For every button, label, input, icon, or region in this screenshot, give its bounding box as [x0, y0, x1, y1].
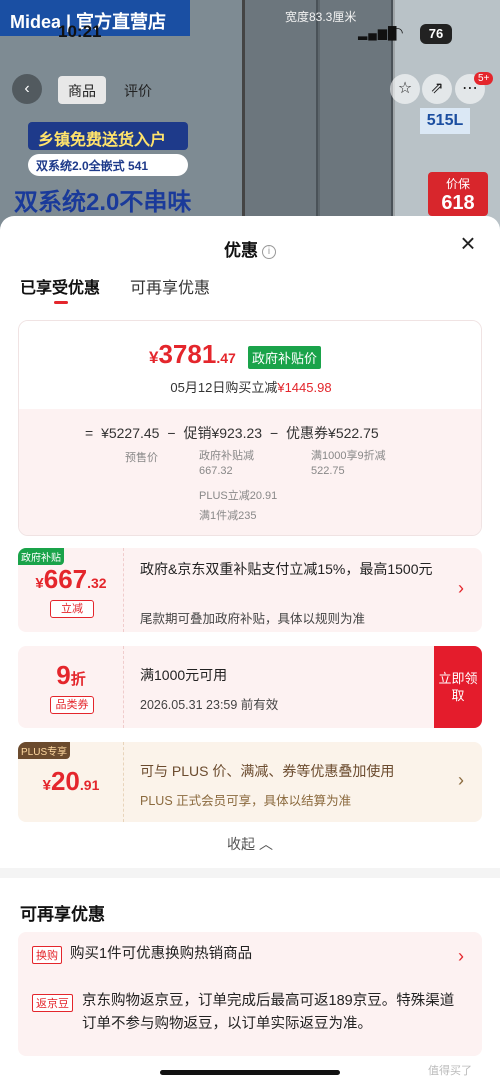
- price-summary-card: ¥3781.47 政府补贴价 05月12日购买立减¥1445.98 = ¥522…: [18, 320, 482, 536]
- coupon-detail: 满1000享9折减 522.75: [311, 450, 386, 477]
- coupon-discount-value: 9折: [18, 660, 124, 691]
- capacity-label: 515L: [420, 108, 470, 134]
- plus-coupon[interactable]: ¥20.91 PLUS专享 可与 PLUS 价、满减、券等优惠叠加使用 PLUS…: [18, 742, 482, 822]
- formula-minus-2: −: [269, 425, 279, 441]
- cart-badge: 5+: [474, 72, 494, 85]
- watermark: 值得买了: [428, 1065, 472, 1077]
- promo-model: 双系统2.0全嵌式 541: [28, 154, 188, 176]
- summary-breakdown: = ¥5227.45 − 促销¥923.23 − 优惠券¥522.75 预售价 …: [19, 409, 481, 535]
- gov-subsidy-coupon[interactable]: ¥667.32 立减 政府补贴 政府&京东双重补贴支付立减15%，最高1500元…: [18, 548, 482, 632]
- gov-subsidy-corner-tag: 政府补贴: [18, 548, 64, 565]
- chevron-right-icon[interactable]: ›: [458, 946, 464, 967]
- tab-reviews[interactable]: 评价: [120, 76, 156, 104]
- presale-label: 预售价: [125, 452, 158, 464]
- tab-product[interactable]: 商品: [58, 76, 106, 104]
- jingdou-tag: 返京豆: [32, 994, 73, 1012]
- coupon-value-dec: .91: [79, 777, 100, 793]
- wifi-icon: ◠: [392, 24, 403, 40]
- tab-more-available[interactable]: 可再享优惠: [130, 274, 210, 304]
- favorite-icon[interactable]: ☆: [390, 74, 420, 104]
- more-discounts-title: 可再享优惠: [20, 905, 105, 924]
- product-nav: ‹ 商品 评价 ☆ ⇗ ⋯ 5+: [0, 72, 500, 106]
- coupon-description: 满1000元可用: [140, 667, 228, 683]
- discount-tabs: 已享受优惠 可再享优惠: [20, 274, 210, 304]
- promo-headline: 双系统2.0不串味: [14, 189, 192, 216]
- back-icon[interactable]: ‹: [12, 74, 42, 104]
- promo-detail-gov: 政府补贴减 667.32: [199, 450, 254, 477]
- battery-icon: 76: [420, 24, 452, 44]
- coupon-subtext: 尾款期可叠加政府补贴，具体以规则为准: [140, 612, 366, 626]
- coupon-value-area: 9折 品类券: [18, 646, 124, 728]
- coupon-currency: ¥: [42, 777, 51, 794]
- coupon-value: ¥667.32: [18, 564, 124, 595]
- formula-coupon: 优惠券¥522.75: [286, 425, 379, 441]
- home-indicator[interactable]: [160, 1070, 340, 1075]
- status-time: 10:21: [58, 22, 102, 41]
- category-coupon: 9折 品类券 满1000元可用 2026.05.31 23:59 前有效 立即领…: [18, 646, 482, 728]
- coupon-value: ¥20.91: [18, 766, 124, 797]
- date-discount-amount: ¥1445.98: [277, 380, 332, 395]
- more-discounts-card: 换购 购买1件可优惠换购热销商品 › 返京豆 京东购物返京豆，订单完成后最高可返…: [18, 932, 482, 1056]
- gov-subsidy-tag: 政府补贴价: [248, 346, 322, 369]
- collapse-label: 收起: [227, 836, 256, 852]
- promo-detail-plus: PLUS立减20.91: [199, 490, 278, 502]
- chevron-right-icon[interactable]: ›: [458, 770, 464, 791]
- price-protect-tag: 价保 618: [428, 172, 488, 216]
- formula-presale-price: ¥5227.45: [101, 425, 160, 441]
- exchange-text[interactable]: 购买1件可优惠换购热销商品: [70, 943, 252, 966]
- coupon-value-int: 20: [50, 766, 80, 796]
- share-icon[interactable]: ⇗: [422, 74, 452, 104]
- price-formula: = ¥5227.45 − 促销¥923.23 − 优惠券¥522.75: [85, 423, 383, 443]
- date-discount-line: 05月12日购买立减¥1445.98: [19, 377, 481, 396]
- coupon-expiry: 2026.05.31 23:59 前有效: [140, 698, 279, 712]
- close-icon[interactable]: ×: [456, 230, 480, 256]
- final-price-dec: .47: [216, 350, 236, 366]
- formula-promo: 促销¥923.23: [183, 425, 263, 441]
- sheet-title: 优惠: [224, 241, 258, 260]
- coupon-discount-number: 9: [56, 660, 71, 690]
- summary-top: ¥3781.47 政府补贴价 05月12日购买立减¥1445.98: [19, 321, 481, 409]
- info-icon[interactable]: i: [262, 245, 276, 259]
- coupon-description: 可与 PLUS 价、满减、券等优惠叠加使用: [140, 763, 395, 779]
- jingdou-text: 京东购物返京豆，订单完成后最高可返189京豆。特殊渠道订单不参与购物返豆，以订单…: [82, 993, 455, 1032]
- plus-corner-tag: PLUS专享: [18, 742, 71, 759]
- coupon-type-pill: 立减: [50, 600, 94, 618]
- price-tag-label: 价保: [445, 177, 470, 191]
- exchange-tag: 换购: [32, 946, 62, 964]
- coupon-currency: ¥: [35, 575, 44, 592]
- final-price: ¥3781.47: [149, 339, 236, 370]
- tab-enjoyed[interactable]: 已享受优惠: [20, 274, 100, 304]
- final-price-int: 3781: [158, 339, 217, 369]
- coupon-subtext: PLUS 正式会员可享，具体以结算为准: [140, 794, 352, 808]
- discount-sheet: 优惠 i × 已享受优惠 可再享优惠 ¥3781.47 政府补贴价 05月12日购…: [0, 216, 500, 1084]
- coupon-value-int: 667: [43, 564, 88, 594]
- collapse-button[interactable]: 收起 ︿: [0, 834, 500, 854]
- product-tabs: 商品 评价: [58, 76, 156, 104]
- coupon-description: 政府&京东双重补贴支付立减15%，最高1500元: [140, 561, 433, 577]
- chevron-right-icon[interactable]: ›: [458, 578, 464, 599]
- chevron-up-icon: ︿: [258, 836, 273, 852]
- claim-coupon-button[interactable]: 立即领取: [434, 646, 482, 728]
- date-discount-label: 05月12日购买立减: [170, 380, 278, 395]
- coupon-type-pill: 品类券: [50, 696, 94, 714]
- status-bar: 10:21 ▂▄▆█ ◠ 76: [0, 22, 500, 46]
- section-divider: [0, 868, 500, 878]
- coupon-discount-unit: 折: [70, 671, 86, 688]
- sheet-header: 优惠 i: [0, 236, 500, 261]
- formula-equals: =: [85, 425, 94, 441]
- formula-minus-1: −: [167, 425, 176, 441]
- promo-delivery: 乡镇免费送货入户: [28, 122, 188, 150]
- promo-detail-full: 满1件减235: [199, 510, 257, 522]
- coupon-value-dec: .32: [87, 575, 107, 591]
- price-tag-value: 618: [441, 192, 475, 214]
